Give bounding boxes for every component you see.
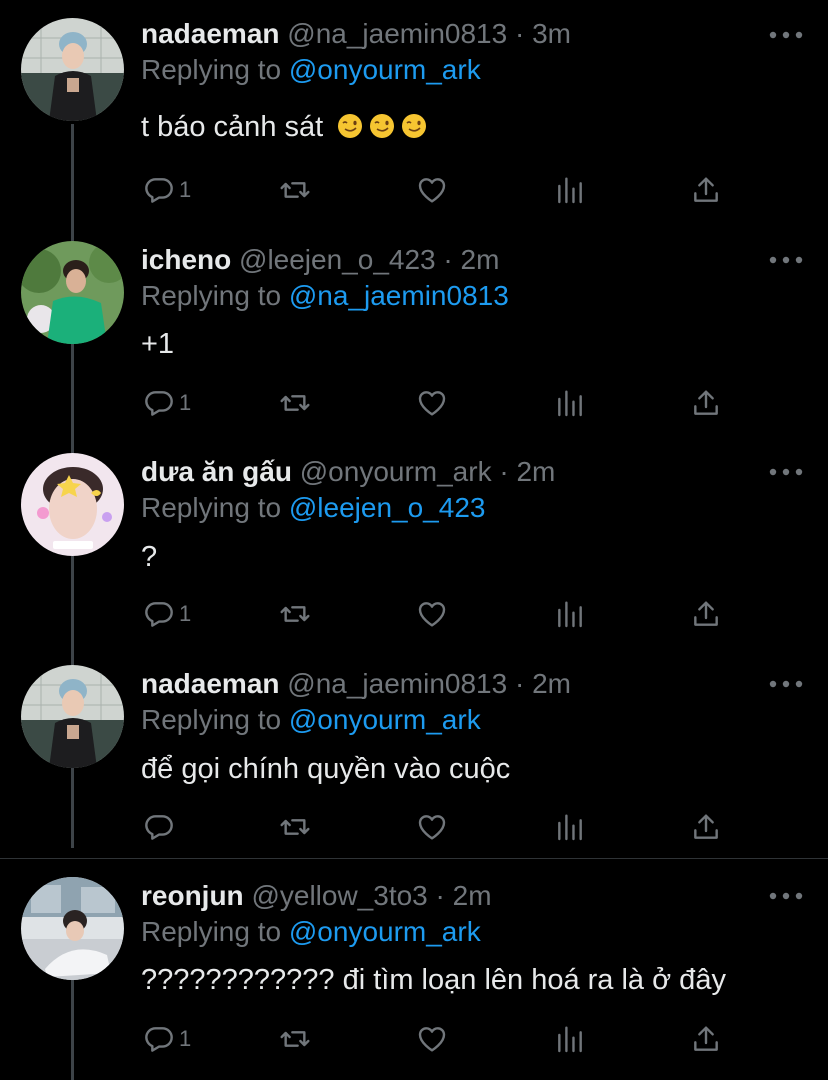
more-options-button[interactable] xyxy=(768,889,804,901)
comment-bubble-icon xyxy=(145,1027,173,1052)
stats-button[interactable] xyxy=(554,1022,586,1056)
tweet-actions: 1 xyxy=(141,1022,741,1056)
tweet-text: ???????????? đi tìm loạn lên hoá ra là ở… xyxy=(141,964,726,996)
like-button[interactable] xyxy=(416,1022,448,1056)
replying-to-prefix: Replying to xyxy=(141,916,289,947)
handle[interactable]: @yellow_3to3 xyxy=(251,880,427,911)
heart-icon xyxy=(418,1027,446,1052)
reply-button[interactable]: 1 xyxy=(143,1022,191,1056)
separator: · xyxy=(435,880,445,911)
more-dots-icon xyxy=(769,892,803,900)
retweet-icon xyxy=(280,1031,310,1047)
timestamp[interactable]: 2m xyxy=(453,880,492,911)
avatar[interactable] xyxy=(21,877,124,980)
reply-count: 1 xyxy=(179,1026,192,1051)
retweet-button[interactable] xyxy=(278,1022,312,1056)
bar-chart-icon xyxy=(558,1026,582,1053)
display-name[interactable]: reonjun xyxy=(141,880,244,911)
mention-link[interactable]: @onyourm_ark xyxy=(289,916,481,947)
share-button[interactable] xyxy=(690,1022,722,1056)
share-upload-icon xyxy=(694,1026,718,1051)
replying-to: Replying to @onyourm_ark xyxy=(141,915,481,949)
tweet[interactable]: reonjun @yellow_3to3 · 2m Replying to @o… xyxy=(0,0,828,1080)
tweet-header: reonjun @yellow_3to3 · 2m xyxy=(141,879,492,913)
